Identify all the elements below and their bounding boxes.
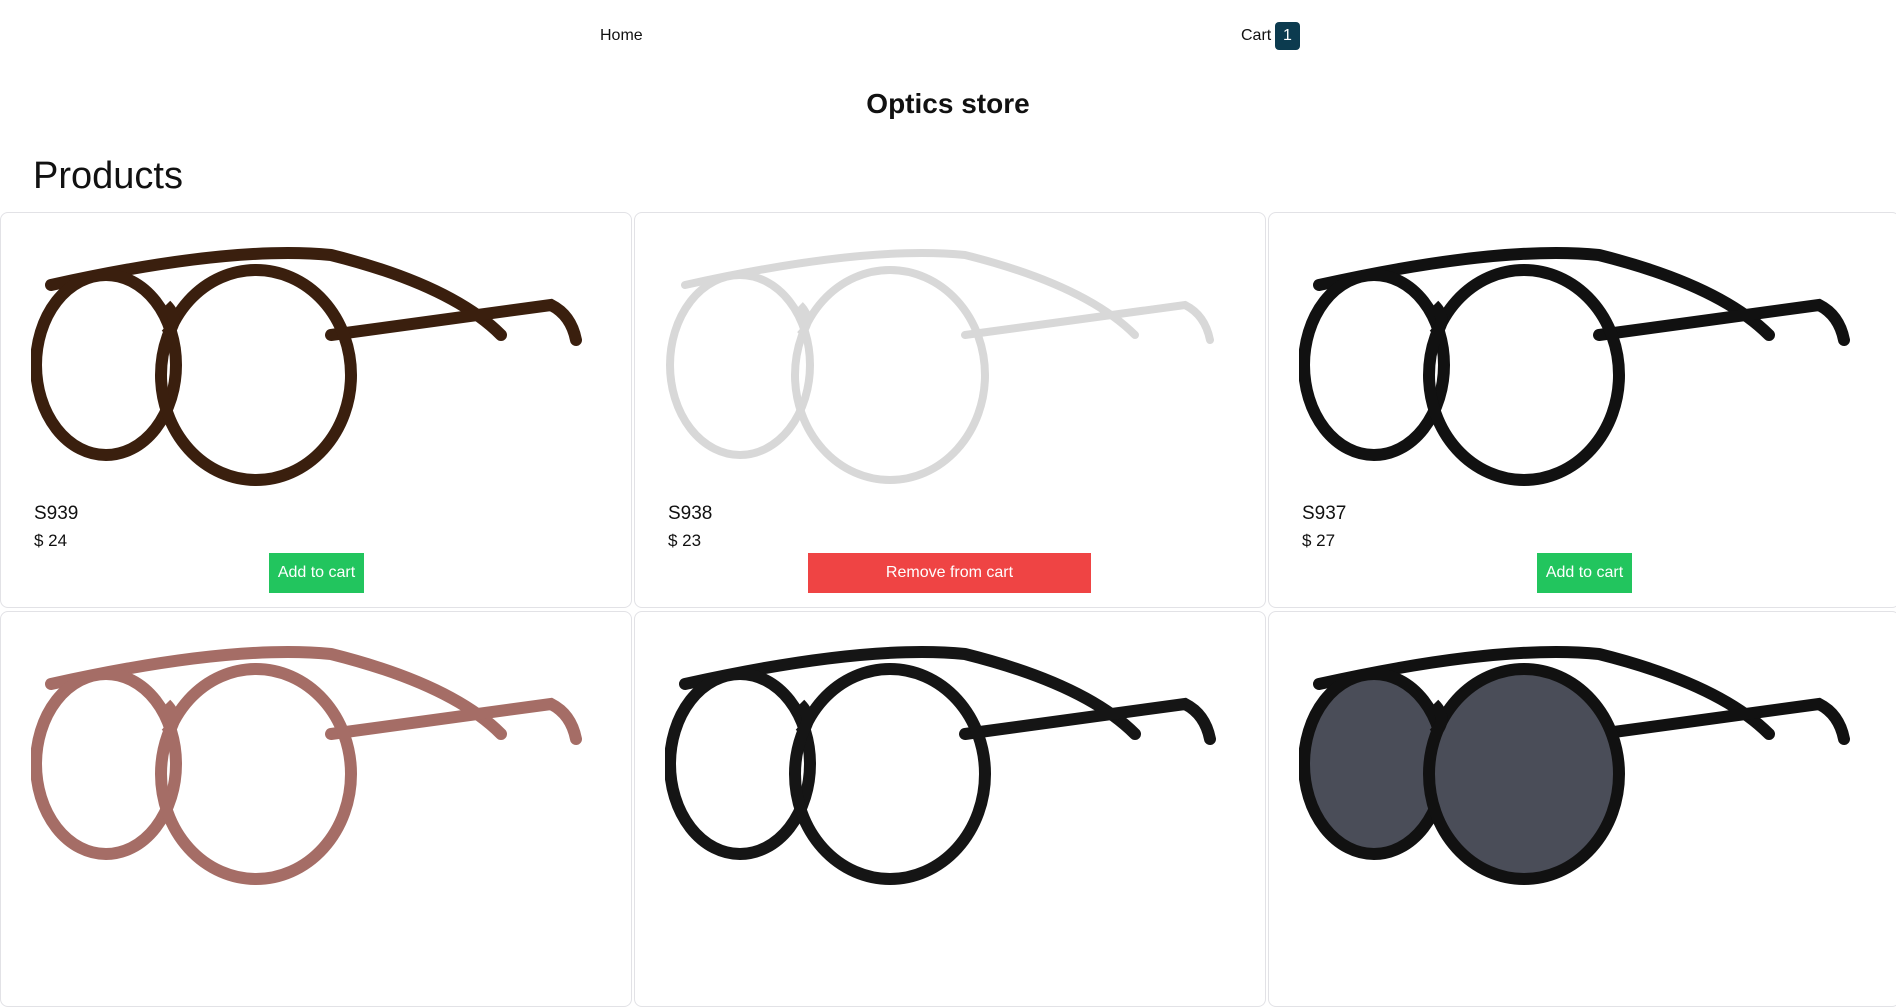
right-lens — [1423, 663, 1625, 885]
add-to-cart-button[interactable]: Add to cart — [269, 553, 364, 593]
nav-cart-link[interactable]: Cart — [1241, 27, 1271, 45]
left-lens — [666, 271, 814, 459]
glasses-image — [665, 646, 1216, 885]
glasses-image — [1299, 646, 1850, 885]
add-to-cart-button[interactable]: Add to cart — [1537, 553, 1632, 593]
right-lens — [1423, 264, 1625, 486]
temple-arm — [959, 697, 1216, 745]
remove-from-cart-button[interactable]: Remove from cart — [808, 553, 1091, 593]
temple-arm — [325, 697, 582, 745]
glasses-image — [31, 247, 582, 486]
product-name: S939 — [34, 503, 79, 524]
product-price: $ 27 — [1302, 531, 1336, 550]
temple-arm — [1593, 298, 1850, 346]
glasses-image — [31, 646, 582, 885]
product-card — [1268, 611, 1896, 1007]
product-card: S937 $ 27 Add to cart — [1268, 212, 1896, 608]
glasses-image — [666, 249, 1214, 484]
product-name: S938 — [668, 503, 713, 524]
right-lens — [791, 266, 989, 484]
top-nav: Home Cart 1 — [0, 0, 1896, 72]
right-lens — [155, 663, 357, 885]
product-card — [0, 611, 632, 1007]
product-price: $ 23 — [668, 531, 702, 550]
right-lens — [155, 264, 357, 486]
temple-arm — [325, 298, 582, 346]
left-lens — [31, 668, 182, 860]
glasses-image — [1299, 247, 1850, 486]
products-heading: Products — [33, 155, 183, 197]
product-card: S939 $ 24 Add to cart — [0, 212, 632, 608]
product-name: S937 — [1302, 503, 1347, 524]
store-title: Optics store — [866, 88, 1030, 119]
temple-arm — [961, 300, 1214, 344]
product-card — [634, 611, 1266, 1007]
nav-home-link[interactable]: Home — [600, 27, 643, 45]
cart-count-badge[interactable]: 1 — [1275, 22, 1300, 50]
left-lens — [665, 668, 816, 860]
product-grid: S939 $ 24 Add to cart S938 $ 23 Remove f… — [0, 212, 1896, 1007]
left-lens — [1299, 269, 1450, 461]
left-lens — [1299, 668, 1450, 860]
product-price: $ 24 — [34, 531, 68, 550]
product-card: S938 $ 23 Remove from cart — [634, 212, 1266, 608]
temple-arm — [1593, 697, 1850, 745]
left-lens — [31, 269, 182, 461]
right-lens — [789, 663, 991, 885]
